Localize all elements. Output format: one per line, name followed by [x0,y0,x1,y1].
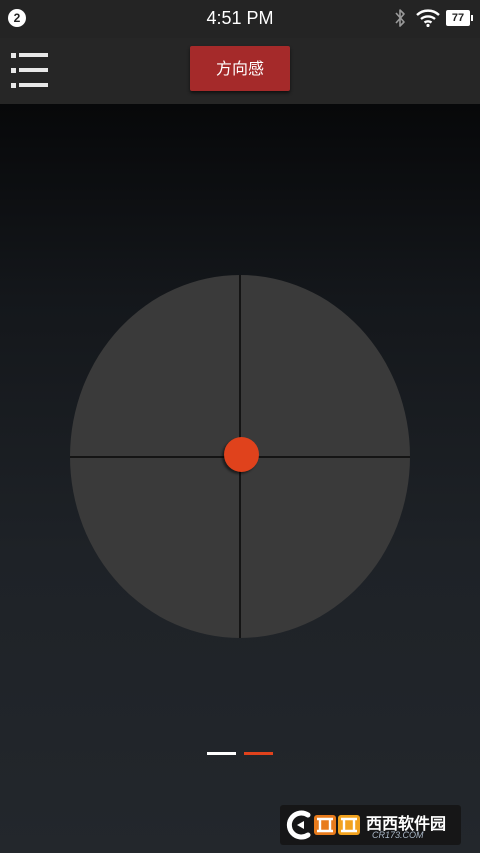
top-toolbar: 方向感 [0,38,480,104]
bluetooth-icon [395,9,405,27]
menu-dot [11,83,16,88]
page-dot-1[interactable] [207,752,236,755]
menu-bar [19,83,48,87]
direction-sense-button[interactable]: 方向感 [190,46,290,91]
menu-dot [11,68,16,73]
menu-dot [11,53,16,58]
watermark-domain: CR173.COM [372,830,424,840]
page-indicator [207,752,273,756]
status-bar: 2 4:51 PM 77 [0,0,480,38]
menu-icon[interactable] [11,53,49,89]
page-dot-2[interactable] [244,752,273,755]
status-clock: 4:51 PM [206,8,274,28]
battery-icon: 77 [446,10,473,26]
watermark-logo-icon [286,810,360,840]
joystick-knob[interactable] [224,437,259,472]
wifi-icon [416,9,440,27]
menu-bar [19,68,48,72]
watermark: 西西软件园 CR173.COM [280,805,461,845]
menu-bar [19,53,48,57]
